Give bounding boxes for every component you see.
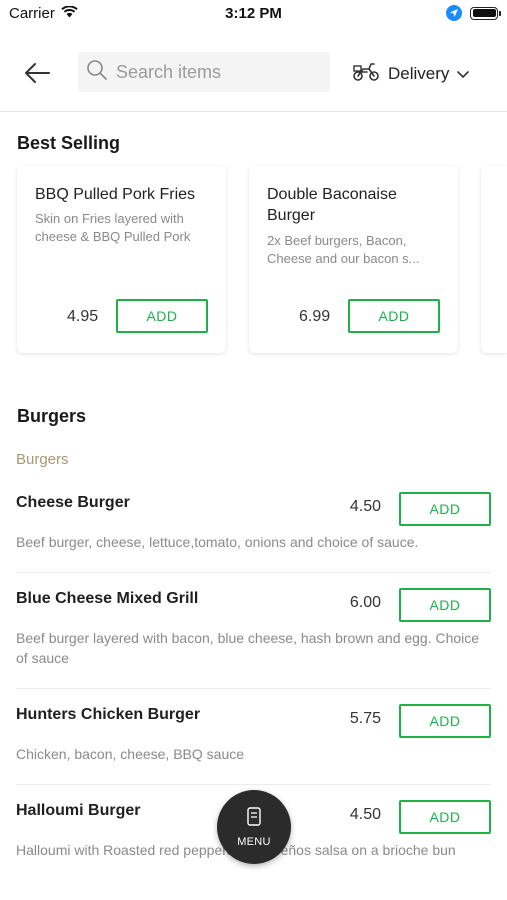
item-name: Double Baconaise Burger xyxy=(267,186,397,224)
menu-book-icon xyxy=(246,806,262,832)
item-price: 4.50 xyxy=(349,806,381,823)
back-arrow-icon xyxy=(25,63,50,83)
divider xyxy=(16,572,491,573)
status-right xyxy=(446,5,501,21)
best-selling-card[interactable]: BBQ Pulled Pork Fries Skin on Fries laye… xyxy=(17,166,226,353)
best-selling-card-partial[interactable] xyxy=(481,166,507,353)
delivery-label: Delivery xyxy=(388,63,450,83)
subcategory-label: Burgers xyxy=(16,451,69,468)
add-button[interactable]: ADD xyxy=(399,588,491,622)
item-description: Skin on Fries layered with cheese & BBQ … xyxy=(35,211,191,244)
delivery-selector[interactable]: Delivery xyxy=(352,60,470,87)
item-description: Beef burger, cheese, lettuce,tomato, oni… xyxy=(16,534,419,550)
divider xyxy=(16,688,491,689)
location-arrow-icon xyxy=(446,5,462,21)
item-price: 4.50 xyxy=(349,498,381,515)
list-item[interactable]: Blue Cheese Mixed Grill 6.00 ADD Beef bu… xyxy=(16,588,491,670)
status-time: 3:12 PM xyxy=(225,5,282,22)
search-icon xyxy=(86,59,108,86)
divider xyxy=(16,784,491,785)
search-box[interactable] xyxy=(78,52,330,92)
burgers-section-title: Burgers xyxy=(17,406,87,426)
scooter-icon xyxy=(352,60,380,87)
status-bar: Carrier 3:12 PM xyxy=(0,0,507,28)
best-selling-card[interactable]: Double Baconaise Burger 2x Beef burgers,… xyxy=(249,166,458,353)
item-name: Halloumi Burger xyxy=(16,802,141,819)
item-name: Blue Cheese Mixed Grill xyxy=(16,590,199,607)
best-selling-title: Best Selling xyxy=(17,133,121,153)
item-description: Beef burger layered with bacon, blue che… xyxy=(16,630,480,666)
add-button[interactable]: ADD xyxy=(399,800,491,834)
item-name: Hunters Chicken Burger xyxy=(16,706,201,723)
battery-icon xyxy=(470,6,501,20)
list-item[interactable]: Cheese Burger 4.50 ADD Beef burger, chee… xyxy=(16,492,491,558)
add-button[interactable]: ADD xyxy=(399,492,491,526)
item-name: Cheese Burger xyxy=(16,494,130,511)
back-button[interactable] xyxy=(22,58,52,88)
header: Delivery xyxy=(0,40,507,112)
add-button[interactable]: ADD xyxy=(116,299,208,333)
item-description: 2x Beef burgers, Bacon, Cheese and our b… xyxy=(267,233,420,266)
add-button[interactable]: ADD xyxy=(348,299,440,333)
item-price: 6.00 xyxy=(349,594,381,611)
chevron-down-icon xyxy=(457,64,470,84)
menu-label: MENU xyxy=(237,835,271,848)
item-description: Chicken, bacon, cheese, BBQ sauce xyxy=(16,746,245,762)
search-input[interactable] xyxy=(116,61,316,83)
add-button[interactable]: ADD xyxy=(399,704,491,738)
list-item[interactable]: Hunters Chicken Burger 5.75 ADD Chicken,… xyxy=(16,704,491,770)
item-name: BBQ Pulled Pork Fries xyxy=(35,186,196,203)
item-price: 4.95 xyxy=(67,308,99,325)
item-price: 5.75 xyxy=(349,710,381,727)
menu-button[interactable]: MENU xyxy=(217,790,291,864)
item-price: 6.99 xyxy=(299,308,331,325)
